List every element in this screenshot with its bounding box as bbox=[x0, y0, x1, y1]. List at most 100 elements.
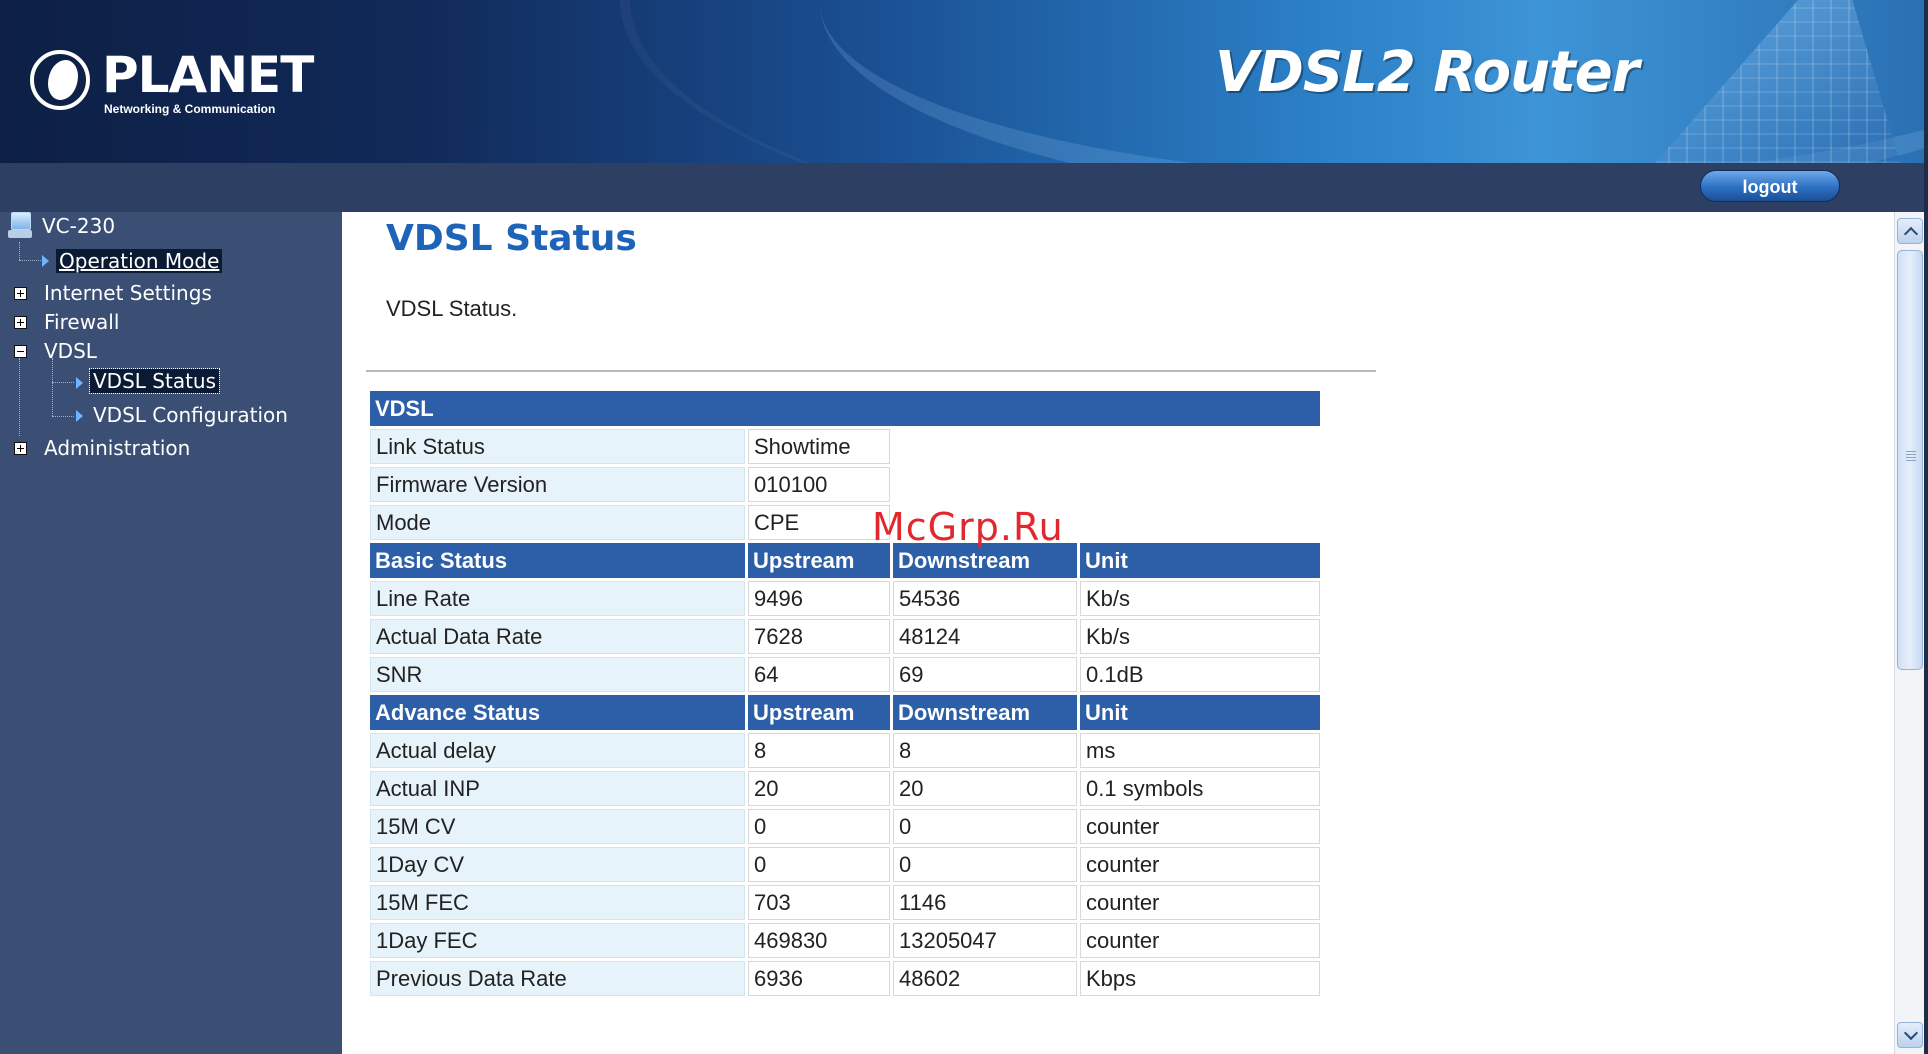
row-label: Actual delay bbox=[370, 733, 745, 768]
upstream-value: 0 bbox=[748, 809, 890, 844]
upstream-value: 703 bbox=[748, 885, 890, 920]
downstream-value: 8 bbox=[893, 733, 1077, 768]
table-row: Actual Data Rate 7628 48124 Kb/s bbox=[370, 619, 1320, 654]
unit-value: counter bbox=[1080, 847, 1320, 882]
table-header-row: Basic Status Upstream Downstream Unit bbox=[370, 543, 1320, 578]
downstream-value: 0 bbox=[893, 847, 1077, 882]
column-header: Advance Status bbox=[370, 695, 745, 730]
unit-value: ms bbox=[1080, 733, 1320, 768]
vdsl-status-table: VDSL Link Status Showtime Firmware Versi… bbox=[367, 388, 1323, 999]
scroll-down-button[interactable] bbox=[1897, 1022, 1923, 1048]
sidebar-item-label: VDSL Status bbox=[88, 368, 221, 394]
upstream-value: 20 bbox=[748, 771, 890, 806]
tree-connector bbox=[19, 242, 20, 260]
downstream-value: 1146 bbox=[893, 885, 1077, 920]
unit-value: 0.1dB bbox=[1080, 657, 1320, 692]
downstream-value: 48602 bbox=[893, 961, 1077, 996]
page-description: VDSL Status. bbox=[386, 296, 518, 321]
sidebar-item-label: Operation Mode bbox=[56, 249, 223, 273]
sidebar-item-vdsl-configuration[interactable]: VDSL Configuration bbox=[93, 402, 288, 428]
planet-logo-icon bbox=[30, 50, 90, 110]
chevron-down-icon bbox=[1903, 1025, 1919, 1041]
main-content: VDSL Status VDSL Status. VDSL Link Statu… bbox=[342, 212, 1894, 1054]
downstream-value: 54536 bbox=[893, 581, 1077, 616]
arrow-right-icon bbox=[42, 255, 49, 267]
sidebar-item-operation-mode[interactable]: Operation Mode bbox=[56, 248, 223, 274]
unit-value: Kb/s bbox=[1080, 581, 1320, 616]
row-label: Link Status bbox=[370, 429, 745, 464]
expand-icon[interactable] bbox=[14, 442, 27, 455]
arrow-right-icon bbox=[76, 410, 83, 422]
sidebar-item-firewall[interactable]: Firewall bbox=[44, 309, 119, 335]
sidebar-item-internet-settings[interactable]: Internet Settings bbox=[44, 280, 212, 306]
upstream-value: 0 bbox=[748, 847, 890, 882]
unit-value: Kbps bbox=[1080, 961, 1320, 996]
grip-icon bbox=[1906, 451, 1916, 461]
column-header: Basic Status bbox=[370, 543, 745, 578]
tree-root[interactable]: VC-230 bbox=[42, 213, 115, 239]
table-row: 1Day CV 0 0 counter bbox=[370, 847, 1320, 882]
downstream-value: 69 bbox=[893, 657, 1077, 692]
unit-value: 0.1 symbols bbox=[1080, 771, 1320, 806]
table-row: Mode CPE bbox=[370, 505, 1320, 540]
empty-cell bbox=[893, 429, 1320, 464]
expand-icon[interactable] bbox=[14, 316, 27, 329]
row-label: SNR bbox=[370, 657, 745, 692]
vertical-scrollbar[interactable] bbox=[1894, 212, 1925, 1054]
column-header: Unit bbox=[1080, 695, 1320, 730]
unit-value: counter bbox=[1080, 809, 1320, 844]
table-row: SNR 64 69 0.1dB bbox=[370, 657, 1320, 692]
sidebar-item-administration[interactable]: Administration bbox=[44, 435, 190, 461]
column-header: Upstream bbox=[748, 695, 890, 730]
scroll-up-button[interactable] bbox=[1897, 218, 1923, 244]
table-row: 1Day FEC 469830 13205047 counter bbox=[370, 923, 1320, 958]
column-header: Unit bbox=[1080, 543, 1320, 578]
unit-value: Kb/s bbox=[1080, 619, 1320, 654]
planet-logo: PLANET Networking & Communication bbox=[30, 46, 314, 126]
upstream-value: 469830 bbox=[748, 923, 890, 958]
upstream-value: 8 bbox=[748, 733, 890, 768]
column-header: Downstream bbox=[893, 695, 1077, 730]
page-title: VDSL Status bbox=[386, 218, 637, 259]
window-edge bbox=[1924, 0, 1928, 1054]
table-header-row: Advance Status Upstream Downstream Unit bbox=[370, 695, 1320, 730]
row-label: 1Day CV bbox=[370, 847, 745, 882]
table-row: 15M FEC 703 1146 counter bbox=[370, 885, 1320, 920]
row-label: 15M CV bbox=[370, 809, 745, 844]
collapse-icon[interactable] bbox=[14, 345, 27, 358]
divider bbox=[366, 370, 1376, 372]
computer-icon bbox=[8, 212, 32, 240]
expand-icon[interactable] bbox=[14, 287, 27, 300]
row-value: CPE bbox=[748, 505, 890, 540]
sidebar-item-vdsl-status[interactable]: VDSL Status bbox=[88, 368, 221, 394]
tree-connector bbox=[52, 416, 74, 417]
page: PLANET Networking & Communication VDSL2 … bbox=[0, 0, 1928, 1054]
row-label: Mode bbox=[370, 505, 745, 540]
brand-name: PLANET bbox=[102, 46, 314, 104]
logout-button[interactable]: logout bbox=[1700, 170, 1840, 202]
row-label: Actual Data Rate bbox=[370, 619, 745, 654]
row-label: Firmware Version bbox=[370, 467, 745, 502]
downstream-value: 48124 bbox=[893, 619, 1077, 654]
tree-connector bbox=[52, 382, 74, 383]
header-banner: PLANET Networking & Communication VDSL2 … bbox=[0, 0, 1928, 163]
watermark: McGrp.Ru bbox=[872, 505, 1064, 549]
table-row: Firmware Version 010100 bbox=[370, 467, 1320, 502]
row-value: 010100 bbox=[748, 467, 890, 502]
upstream-value: 9496 bbox=[748, 581, 890, 616]
top-bar bbox=[0, 163, 1928, 212]
upstream-value: 64 bbox=[748, 657, 890, 692]
row-label: 1Day FEC bbox=[370, 923, 745, 958]
row-label: Actual INP bbox=[370, 771, 745, 806]
table-row: Link Status Showtime bbox=[370, 429, 1320, 464]
unit-value: counter bbox=[1080, 885, 1320, 920]
tree-connector bbox=[19, 260, 41, 261]
table-row: 15M CV 0 0 counter bbox=[370, 809, 1320, 844]
table-row: Actual delay 8 8 ms bbox=[370, 733, 1320, 768]
upstream-value: 6936 bbox=[748, 961, 890, 996]
unit-value: counter bbox=[1080, 923, 1320, 958]
downstream-value: 13205047 bbox=[893, 923, 1077, 958]
downstream-value: 20 bbox=[893, 771, 1077, 806]
scroll-thumb[interactable] bbox=[1897, 250, 1923, 670]
upstream-value: 7628 bbox=[748, 619, 890, 654]
